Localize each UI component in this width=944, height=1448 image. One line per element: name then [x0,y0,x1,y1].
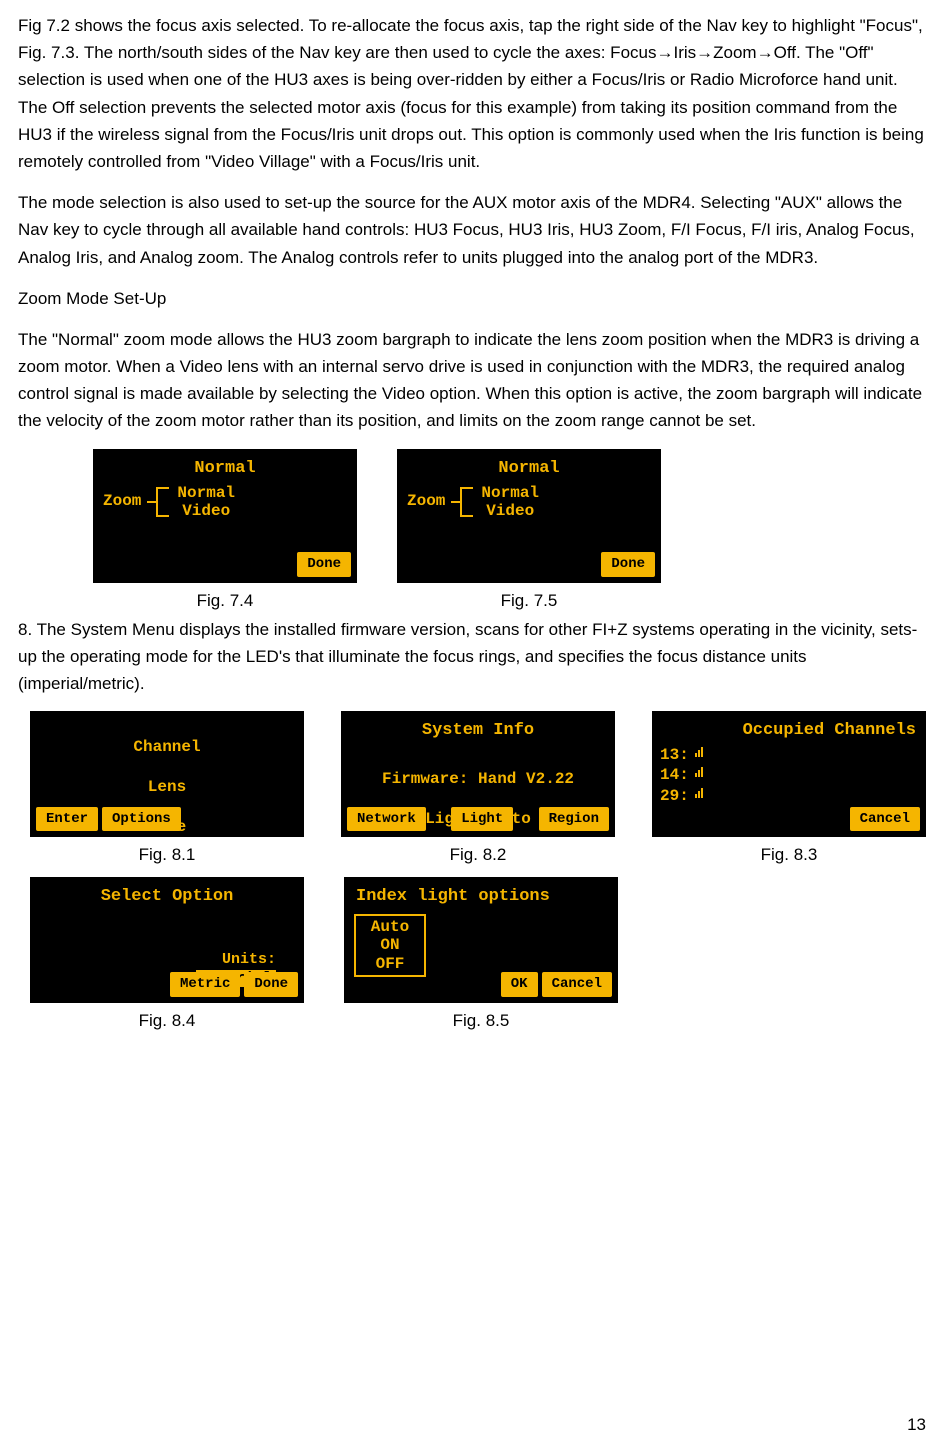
lcd-label: Units: [222,951,276,968]
figure-caption: Fig. 8.2 [341,841,615,868]
lcd-option: Normal [177,484,235,502]
channel-entry: 29: [660,786,689,807]
soft-button-metric[interactable]: Metric [170,972,240,996]
figure-row: Channel Lens Mode System Enter Options F… [18,711,926,868]
soft-button-network[interactable]: Network [347,807,426,831]
figure-block: Normal Zoom Normal Video Done Fig. 7.4 [93,449,357,614]
lcd-title: Occupied Channels [654,713,924,744]
bracket-icon [451,484,475,520]
lcd-screen-fig83: Occupied Channels 13: 14: 29: Cancel [652,711,926,837]
lcd-line: Firmware: Hand V2.22 [353,769,603,789]
lcd-screen-fig84: Select Option Units: Imperial Knob direc… [30,877,304,1003]
soft-button-cancel[interactable]: Cancel [542,972,612,996]
figure-caption: Fig. 8.1 [30,841,304,868]
figure-block: Channel Lens Mode System Enter Options F… [30,711,304,868]
figure-block: Occupied Channels 13: 14: 29: Cancel Fig… [652,711,926,868]
lcd-title: Normal [95,451,355,482]
lcd-title: System Info [343,713,613,744]
soft-button-done[interactable]: Done [244,972,298,996]
lcd-option: ON [360,936,420,954]
figure-block: Index light options Auto ON OFF OK Cance… [344,877,618,1034]
soft-button-ok[interactable]: OK [501,972,538,996]
soft-button-cancel[interactable]: Cancel [850,807,920,831]
signal-icon [693,765,707,786]
lcd-screen-fig85: Index light options Auto ON OFF OK Cance… [344,877,618,1003]
soft-button-enter[interactable]: Enter [36,807,98,831]
figure-row: Normal Zoom Normal Video Done Fig. 7.4 N… [18,449,926,614]
signal-icon [693,745,707,766]
menu-item: Channel [42,737,292,757]
lcd-title: Select Option [32,879,302,910]
soft-button-options[interactable]: Options [102,807,181,831]
page-number: 13 [907,1411,926,1438]
paragraph: 8. The System Menu displays the installe… [18,616,926,698]
lcd-option: OFF [360,955,420,973]
lcd-option: Auto [360,918,420,936]
lcd-label: Zoom [103,489,141,515]
lcd-screen-fig75: Normal Zoom Normal Video Done [397,449,661,583]
soft-button-done[interactable]: Done [601,552,655,576]
channel-entry: 14: [660,765,689,786]
lcd-option: Normal [481,484,539,502]
menu-item: Lens [42,777,292,797]
figure-caption: Fig. 7.4 [93,587,357,614]
lcd-title: Normal [399,451,659,482]
lcd-screen-fig81: Channel Lens Mode System Enter Options [30,711,304,837]
lcd-screen-fig82: System Info Firmware: Hand V2.22 Light: … [341,711,615,837]
figure-caption: Fig. 8.4 [30,1007,304,1034]
figure-block: System Info Firmware: Hand V2.22 Light: … [341,711,615,868]
lcd-option: Video [481,502,539,520]
figure-caption: Fig. 8.5 [344,1007,618,1034]
figure-caption: Fig. 7.5 [397,587,661,614]
paragraph: The "Normal" zoom mode allows the HU3 zo… [18,326,926,435]
section-heading: Zoom Mode Set-Up [18,285,926,312]
soft-button-done[interactable]: Done [297,552,351,576]
paragraph: Fig 7.2 shows the focus axis selected. T… [18,12,926,175]
figure-block: Normal Zoom Normal Video Done Fig. 7.5 [397,449,661,614]
paragraph: The mode selection is also used to set-u… [18,189,926,271]
figure-caption: Fig. 8.3 [652,841,926,868]
figure-block: Select Option Units: Imperial Knob direc… [30,877,304,1034]
soft-button-light[interactable]: Light [451,807,513,831]
channel-entry: 13: [660,745,689,766]
lcd-screen-fig74: Normal Zoom Normal Video Done [93,449,357,583]
lcd-option: Video [177,502,235,520]
lcd-label: Zoom [407,489,445,515]
bracket-icon [147,484,171,520]
lcd-title: Index light options [346,879,616,910]
figure-row: Select Option Units: Imperial Knob direc… [18,877,926,1034]
soft-button-region[interactable]: Region [539,807,609,831]
signal-icon [693,786,707,807]
